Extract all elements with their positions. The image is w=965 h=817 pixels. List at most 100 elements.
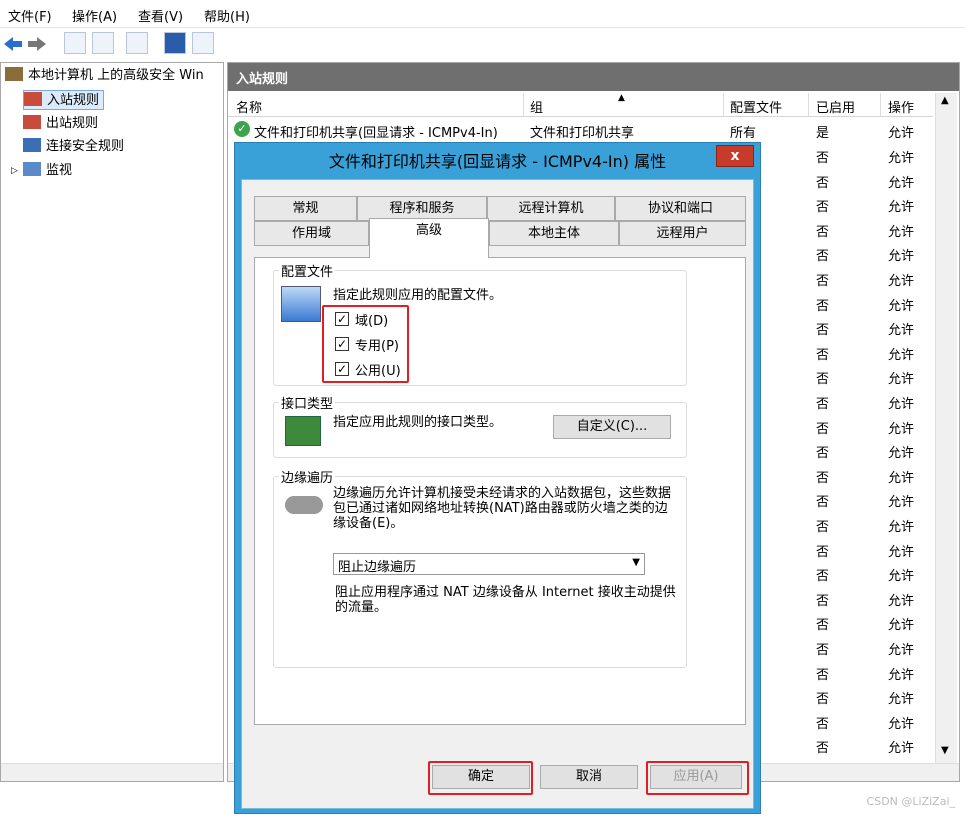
left-horizontal-scrollbar[interactable] [1,763,223,781]
cell-action: 允许 [888,692,915,708]
checkbox-public-label: 公用(U) [355,364,401,379]
cell-action: 允许 [888,347,915,363]
inbound-rules-icon [24,92,42,106]
scroll-up-icon[interactable]: ▲ [941,95,949,106]
cell-action: 允许 [888,298,915,314]
profile-group-label: 配置文件 [279,261,336,280]
cell-enabled: 否 [816,667,830,683]
highlight-apply [646,761,749,795]
column-action[interactable]: 操作 [888,97,914,116]
cell-action: 允许 [888,249,915,265]
column-group[interactable]: 组 [530,97,543,116]
cell-enabled: 否 [816,151,830,166]
pane-title: 入站规则 [228,63,959,91]
cell-enabled: 否 [816,175,830,191]
tab-scope[interactable]: 作用域 [254,221,369,246]
cell-action: 允许 [888,470,915,486]
checkbox-domain[interactable]: ✓ [335,312,349,326]
menu-help[interactable]: 帮助(H) [204,6,250,25]
cell-action: 允许 [888,544,915,560]
column-header: 名称 组 ▲ 配置文件 已启用 操作 [228,93,933,117]
menu-file[interactable]: 文件(F) [8,6,52,25]
cell-action: 允许 [888,716,915,732]
tree-item-inbound-rules[interactable]: 入站规则 [23,90,105,110]
column-profile[interactable]: 配置文件 [730,97,782,116]
cell-enabled: 否 [816,298,830,314]
cell-action: 允许 [888,200,915,216]
checkbox-public[interactable]: ✓ [335,362,349,376]
watermark: CSDN @LiZiZai_ [866,795,955,808]
tab-local-principals[interactable]: 本地主体 [489,221,619,246]
menu-view[interactable]: 查看(V) [138,6,183,25]
cell-enabled: 否 [816,618,830,634]
cell-action: 允许 [888,397,915,412]
monitor-icon [23,162,41,176]
up-folder-icon[interactable] [64,32,86,54]
cell-enabled: 否 [816,347,830,363]
cell-action: 允许 [888,495,915,511]
action-pane-icon[interactable] [192,32,214,54]
tab-protocols-ports[interactable]: 协议和端口 [615,196,746,221]
cell-enabled: 否 [816,224,830,240]
export-list-icon[interactable] [126,32,148,54]
advanced-tab-page: 配置文件 指定此规则应用的配置文件。 ✓ 域(D) ✓ 专用(P) ✓ 公用(U… [254,257,746,725]
cell-enabled: 否 [816,372,830,388]
cell-enabled: 否 [816,249,830,265]
toolbar [0,28,965,60]
cell-action: 允许 [888,151,915,166]
scroll-down-icon[interactable]: ▼ [941,745,949,756]
dialog-body: 常规 程序和服务 远程计算机 协议和端口 作用域 高级 本地主体 远程用户 配置… [241,179,754,809]
menu-action[interactable]: 操作(A) [72,6,117,25]
tab-remote-users[interactable]: 远程用户 [619,221,746,246]
vertical-scrollbar[interactable]: ▲ ▼ [935,93,957,763]
tab-general[interactable]: 常规 [254,196,357,221]
cell-action: 允许 [888,224,915,240]
checkbox-private-label: 专用(P) [355,339,399,354]
help-icon[interactable] [164,32,186,54]
cancel-button[interactable]: 取消 [540,765,638,789]
customize-button[interactable]: 自定义(C)... [553,415,671,439]
sort-up-icon: ▲ [618,93,625,103]
cell-enabled: 否 [816,692,830,708]
tree-item-monitoring[interactable]: 监视 [23,161,72,181]
cell-enabled: 否 [816,470,830,486]
tree-item-connection-security[interactable]: 连接安全规则 [23,137,124,157]
cell-enabled: 否 [816,569,830,585]
table-row[interactable]: ✓ 文件和打印机共享(回显请求 - ICMPv4-In) 文件和打印机共享 所有… [228,118,933,143]
cell-enabled: 否 [816,495,830,511]
tab-advanced[interactable]: 高级 [369,218,489,258]
forward-arrow-icon[interactable] [28,36,46,52]
edge-traversal-select[interactable]: 阻止边缘遍历 ▼ [333,553,645,575]
cell-action: 允许 [888,372,915,388]
show-hide-tree-icon[interactable] [92,32,114,54]
cell-action: 允许 [888,569,915,585]
cell-action: 允许 [888,618,915,634]
highlight-ok [428,761,533,795]
navigation-tree: 本地计算机 上的高级安全 Win 入站规则 出站规则 连接安全规则 监视 ▷ [0,62,224,782]
tab-remote-computers[interactable]: 远程计算机 [487,196,615,221]
cell-enabled: 否 [816,323,830,339]
expand-arrow-icon[interactable]: ▷ [11,166,18,176]
column-name[interactable]: 名称 [236,97,262,116]
cell-enabled: 否 [816,520,830,535]
cell-action: 允许 [888,643,915,658]
checkbox-domain-label: 域(D) [355,314,389,329]
checkbox-private[interactable]: ✓ [335,337,349,351]
cell-enabled: 否 [816,544,830,560]
chevron-down-icon: ▼ [632,557,640,568]
cell-action: 允许 [888,446,915,462]
tree-root[interactable]: 本地计算机 上的高级安全 Win [5,66,204,86]
profile-group-desc: 指定此规则应用的配置文件。 [333,288,503,303]
edge-traversal-desc: 边缘遍历允许计算机接受未经请求的入站数据包，这些数据包已通过诸如网络地址转换(N… [333,486,672,531]
cell-enabled: 否 [816,741,830,757]
column-enabled[interactable]: 已启用 [816,97,855,116]
interface-group-label: 接口类型 [279,393,336,412]
cell-enabled: 否 [816,397,830,412]
interface-group-desc: 指定应用此规则的接口类型。 [333,415,503,430]
tree-item-outbound-rules[interactable]: 出站规则 [23,114,98,134]
cell-enabled: 否 [816,643,830,658]
cell-action: 允许 [888,593,915,609]
close-button[interactable]: x [716,145,754,167]
menu-bar: 文件(F) 操作(A) 查看(V) 帮助(H) [0,0,965,28]
back-arrow-icon[interactable] [4,36,22,52]
